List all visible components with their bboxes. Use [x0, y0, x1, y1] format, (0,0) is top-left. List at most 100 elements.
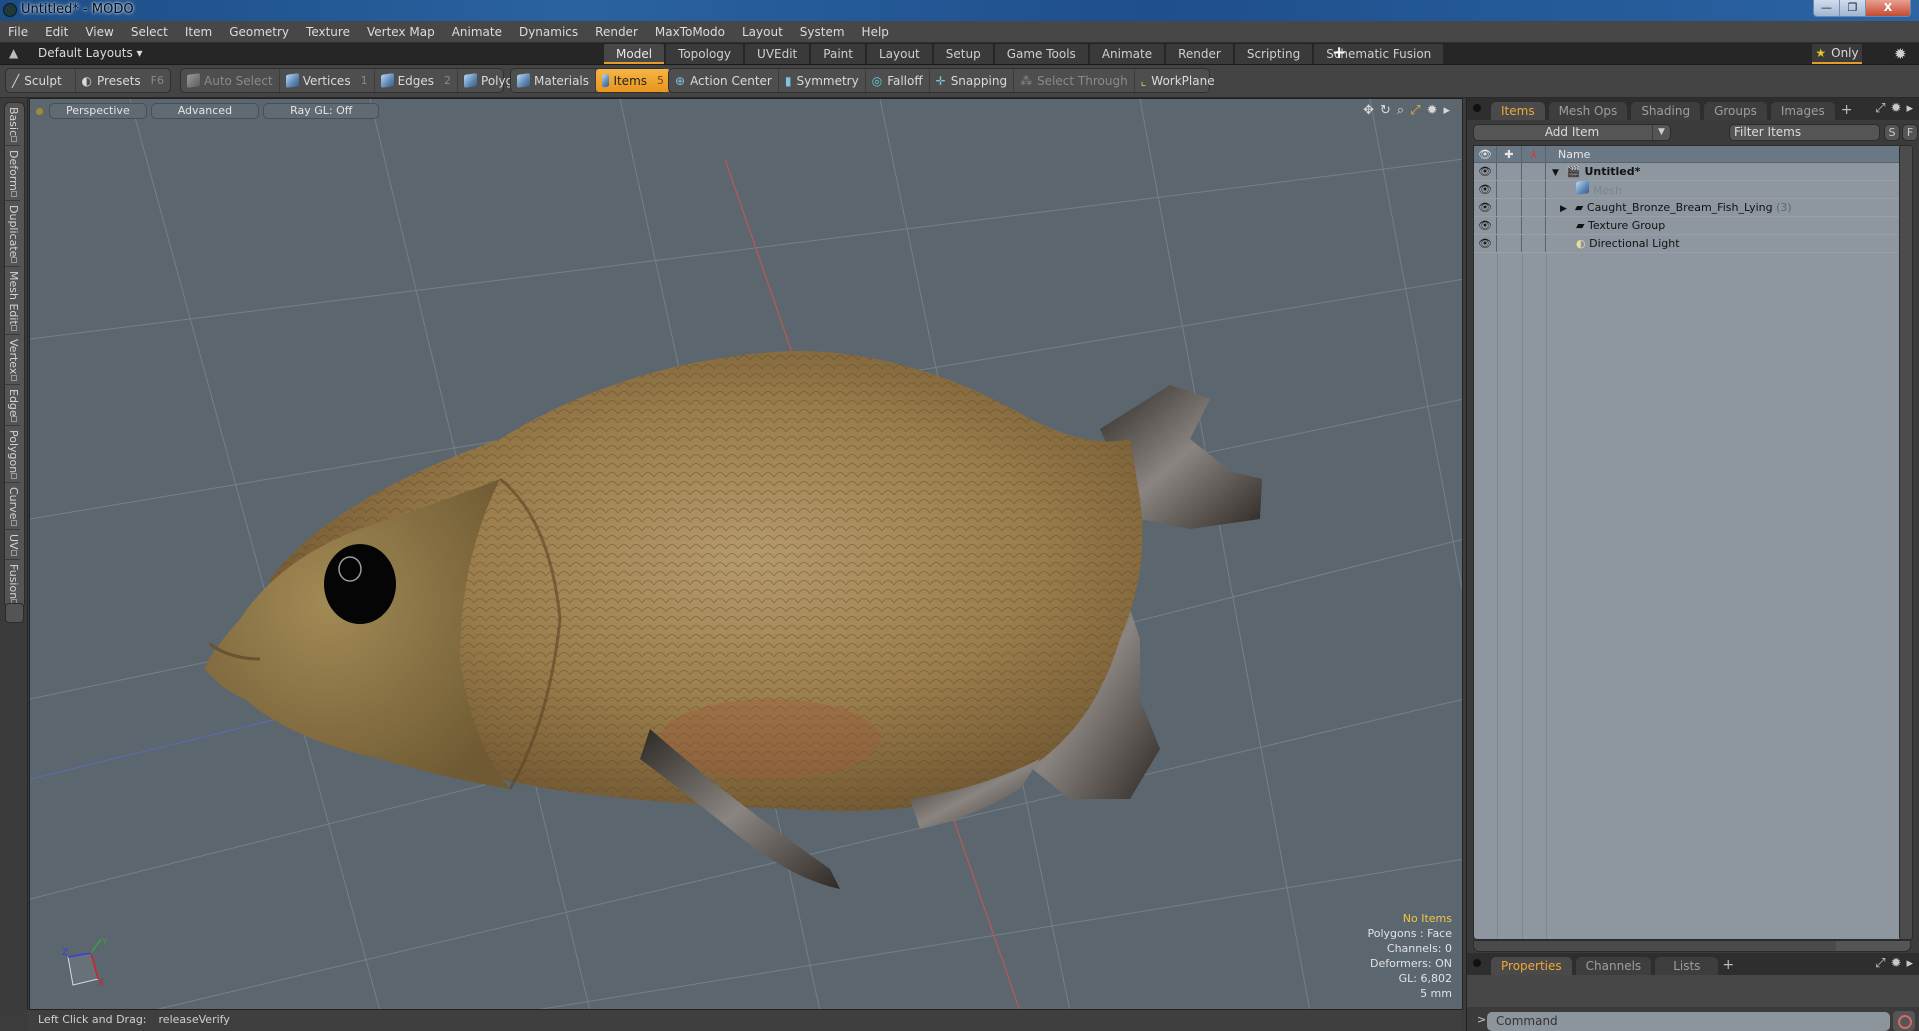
panel-menu-arrow-icon[interactable]: ▸	[1906, 101, 1913, 116]
tree-row[interactable]: 👁 ▼ 🎬 Untitled*	[1474, 163, 1910, 181]
maximize-viewport-icon[interactable]: ⤢	[1410, 103, 1420, 118]
tab-items[interactable]: Items	[1491, 102, 1545, 120]
tool-tab-edge[interactable]: Edge	[5, 385, 20, 427]
layout-tab-layout[interactable]: Layout	[866, 44, 932, 64]
filter-s-button[interactable]: S	[1884, 124, 1900, 141]
tab-lists[interactable]: Lists	[1655, 957, 1719, 975]
item-list-vertical-scrollbar[interactable]	[1899, 145, 1913, 940]
layout-tab-animate[interactable]: Animate	[1089, 44, 1165, 64]
auto-select-button[interactable]: Auto Select	[181, 69, 280, 92]
menu-dynamics[interactable]: Dynamics	[519, 25, 578, 39]
select-through-button[interactable]: ⁂ Select Through	[1014, 69, 1135, 92]
viewport-gear-icon[interactable]: ✹	[1427, 103, 1438, 118]
layout-tab-setup[interactable]: Setup	[933, 44, 993, 64]
layout-tab-topology[interactable]: Topology	[666, 44, 744, 64]
only-favorites-toggle[interactable]: ★ Only	[1812, 44, 1862, 64]
tree-row[interactable]: 👁 Mesh	[1474, 180, 1910, 199]
scrollbar-thumb[interactable]	[1474, 941, 1836, 951]
minimize-button[interactable]: —	[1814, 0, 1840, 16]
menu-geometry[interactable]: Geometry	[229, 25, 289, 39]
tool-tab-polygon[interactable]: Polygon	[5, 426, 20, 484]
add-layout-tab-button[interactable]: +	[1332, 43, 1346, 63]
collapse-arrow-icon[interactable]: ▲	[9, 46, 18, 60]
tab-channels[interactable]: Channels	[1575, 957, 1652, 975]
panel-options-dot[interactable]	[1473, 104, 1481, 112]
layout-tab-paint[interactable]: Paint	[811, 44, 865, 64]
symmetry-button[interactable]: ▮ Symmetry	[779, 69, 866, 92]
tree-row[interactable]: 👁 ▶ ▰ Caught_Bronze_Bream_Fish_Lying (3)	[1474, 199, 1910, 217]
tab-groups[interactable]: Groups	[1704, 102, 1767, 120]
workplane-button[interactable]: ⌞ WorkPlane	[1135, 69, 1221, 92]
tool-tab-basic[interactable]: Basic	[5, 103, 20, 147]
menu-file[interactable]: File	[8, 25, 28, 39]
tab-mesh-ops[interactable]: Mesh Ops	[1548, 102, 1628, 120]
menu-system[interactable]: System	[800, 25, 845, 39]
tree-row[interactable]: 👁 ▰ Texture Group	[1474, 217, 1910, 235]
tab-images[interactable]: Images	[1770, 102, 1835, 120]
layout-tab-model[interactable]: Model	[604, 44, 665, 64]
menu-vertex-map[interactable]: Vertex Map	[367, 25, 435, 39]
layout-tab-scripting[interactable]: Scripting	[1234, 44, 1313, 64]
sculpt-button[interactable]: ╱ Sculpt	[6, 69, 76, 92]
layout-tab-render[interactable]: Render	[1166, 44, 1233, 64]
viewport-menu-arrow-icon[interactable]: ▸	[1443, 103, 1450, 118]
eye-icon[interactable]: 👁	[1474, 217, 1497, 234]
gear-icon[interactable]: ✹	[1894, 45, 1907, 63]
add-item-dropdown[interactable]: Add Item ▼	[1473, 124, 1671, 141]
default-layouts-dropdown[interactable]: Default Layouts ▾	[38, 46, 143, 60]
tree-row[interactable]: 👁 ◐ Directional Light	[1474, 235, 1910, 253]
tool-tab-deform[interactable]: Deform	[5, 146, 20, 202]
tab-shading[interactable]: Shading	[1631, 102, 1701, 120]
lock-column-icon[interactable]: ✚	[1497, 146, 1522, 162]
presets-button[interactable]: ◐ Presets F6	[76, 69, 170, 92]
filter-f-button[interactable]: F	[1902, 124, 1918, 141]
tool-tab-mesh-edit[interactable]: Mesh Edit	[5, 267, 20, 336]
items-button[interactable]: Items 5	[596, 69, 671, 92]
menu-help[interactable]: Help	[862, 25, 889, 39]
command-input[interactable]: Command	[1487, 1012, 1890, 1031]
visibility-column-icon[interactable]: 👁	[1474, 146, 1497, 162]
view-mode-button[interactable]: Perspective	[49, 103, 147, 119]
eye-icon[interactable]: 👁	[1474, 199, 1497, 216]
tool-tab-extra-button[interactable]	[5, 603, 24, 623]
raygl-button[interactable]: Ray GL: Off	[263, 103, 380, 119]
tool-tab-duplicate[interactable]: Duplicate	[5, 201, 20, 268]
menu-animate[interactable]: Animate	[452, 25, 502, 39]
chevron-down-icon[interactable]: ▼	[1652, 125, 1670, 140]
add-panel-tab-button[interactable]: +	[1722, 957, 1734, 973]
expand-panel-icon[interactable]: ⤢	[1875, 101, 1885, 116]
panel-gear-icon[interactable]: ✹	[1891, 956, 1902, 971]
tool-tab-uv[interactable]: UV	[5, 530, 20, 560]
rotate-icon[interactable]: ↻	[1380, 103, 1391, 118]
expand-panel-icon[interactable]: ⤢	[1875, 956, 1885, 971]
layout-tab-uvedit[interactable]: UVEdit	[745, 44, 810, 64]
viewport-options-dot[interactable]	[36, 107, 43, 115]
eye-icon[interactable]: 👁	[1474, 181, 1497, 198]
vertices-button[interactable]: Vertices 1	[280, 69, 375, 92]
menu-texture[interactable]: Texture	[306, 25, 350, 39]
panel-options-dot[interactable]	[1473, 959, 1481, 967]
eye-icon[interactable]: 👁	[1474, 235, 1497, 252]
materials-button[interactable]: Materials	[511, 69, 597, 92]
restore-button[interactable]: ❐	[1840, 0, 1866, 16]
expand-arrow-icon[interactable]: ▼	[1552, 168, 1559, 178]
action-center-button[interactable]: ⊕ Action Center	[669, 69, 779, 92]
tool-tab-curve[interactable]: Curve	[5, 483, 20, 530]
expand-arrow-icon[interactable]: ▶	[1560, 204, 1567, 214]
tab-properties[interactable]: Properties	[1491, 957, 1572, 975]
menu-maxtomodo[interactable]: MaxToModo	[655, 25, 725, 39]
tool-tab-fusion[interactable]: Fusion	[5, 560, 20, 608]
shading-mode-button[interactable]: Advanced	[150, 103, 260, 119]
layout-tab-game-tools[interactable]: Game Tools	[994, 44, 1088, 64]
item-list-horizontal-scrollbar[interactable]	[1473, 940, 1911, 952]
menu-edit[interactable]: Edit	[45, 25, 68, 39]
add-panel-tab-button[interactable]: +	[1841, 102, 1853, 118]
zoom-icon[interactable]: ⌕	[1397, 103, 1404, 118]
pan-icon[interactable]: ✥	[1363, 103, 1374, 118]
filter-items-input[interactable]: Filter Items	[1729, 124, 1880, 141]
menu-view[interactable]: View	[85, 25, 113, 39]
menu-item[interactable]: Item	[185, 25, 212, 39]
menu-render[interactable]: Render	[595, 25, 638, 39]
falloff-button[interactable]: ◎ Falloff	[866, 69, 930, 92]
eye-icon[interactable]: 👁	[1474, 163, 1497, 180]
